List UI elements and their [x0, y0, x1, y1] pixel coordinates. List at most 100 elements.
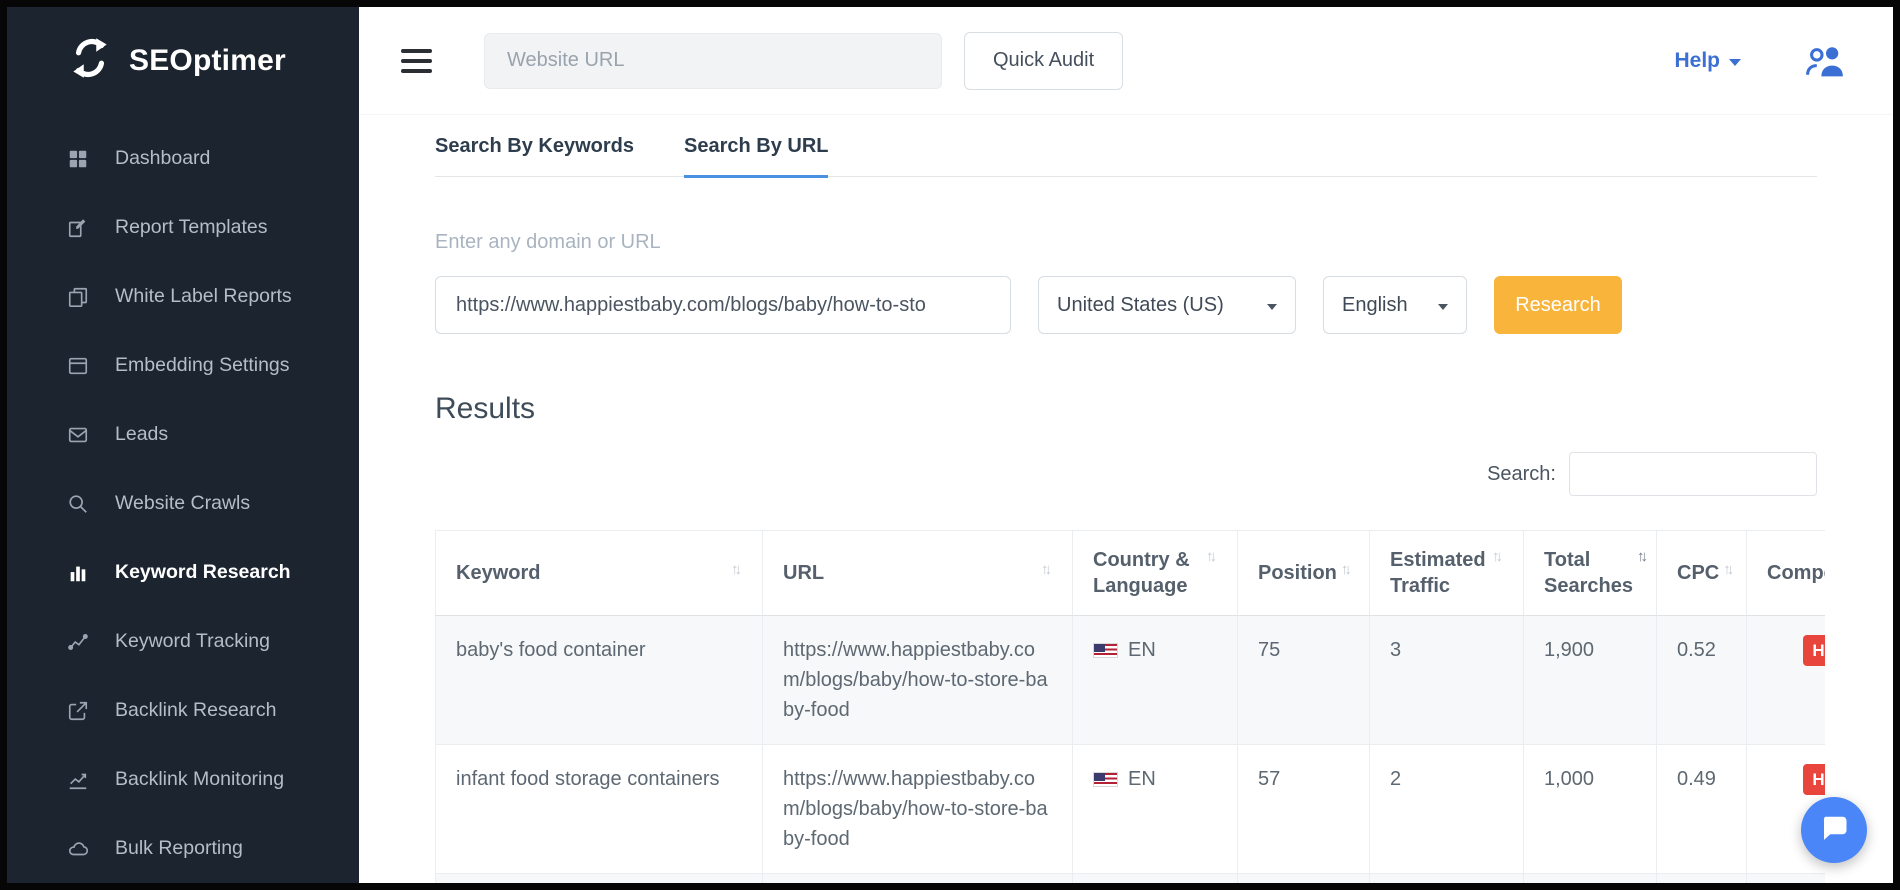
cell-traffic: 3	[1370, 616, 1524, 745]
cell-country-language: EN	[1073, 616, 1238, 745]
sidebar-item-label: Leads	[115, 423, 168, 446]
research-button[interactable]: Research	[1494, 276, 1622, 334]
sidebar-item-label: Dashboard	[115, 147, 210, 170]
sort-icon: ↑↓	[1341, 560, 1352, 580]
cell-competition: H	[1747, 616, 1826, 745]
sidebar-item-leads[interactable]: Leads	[7, 400, 359, 469]
cell-position: 57	[1238, 745, 1370, 874]
table-header-row: Keyword↑↓ URL↑↓ Country & Language↑↓ Pos…	[436, 531, 1826, 616]
tab-bar: Search By Keywords Search By URL	[435, 115, 1817, 177]
report-templates-icon	[65, 215, 91, 241]
chat-widget-button[interactable]	[1801, 797, 1867, 863]
tab-search-by-keywords[interactable]: Search By Keywords	[435, 135, 634, 176]
cell-keyword: infant food storage containers	[436, 745, 763, 874]
brand-name: SEOptimer	[129, 44, 286, 78]
sidebar-item-keyword-tracking[interactable]: Keyword Tracking	[7, 607, 359, 676]
cell-position: 75	[1238, 616, 1370, 745]
cell-url: https://www.happiestbaby.com/blogs/baby/…	[763, 874, 1073, 884]
table-row: frozen infant https://www.happiestbaby.c…	[436, 874, 1826, 884]
chevron-down-icon	[1729, 59, 1741, 66]
cell-traffic: 1	[1370, 874, 1524, 884]
seoptimer-logo-icon	[65, 33, 115, 88]
sidebar-item-label: Backlink Research	[115, 699, 276, 722]
sidebar-item-keyword-research[interactable]: Keyword Research	[7, 538, 359, 607]
help-label: Help	[1674, 49, 1720, 73]
cell-keyword: baby's food container	[436, 616, 763, 745]
column-header-url[interactable]: URL↑↓	[763, 531, 1073, 616]
chat-bubble-icon	[1819, 813, 1849, 848]
column-header-competition[interactable]: Competition↑↓	[1747, 531, 1826, 616]
column-header-position[interactable]: Position↑↓	[1238, 531, 1370, 616]
cell-searches: 1,900	[1524, 616, 1657, 745]
cell-searches: 1,000	[1524, 745, 1657, 874]
cell-keyword: frozen infant	[436, 874, 763, 884]
table-row: infant food storage containers https://w…	[436, 745, 1826, 874]
cell-url: https://www.happiestbaby.com/blogs/baby/…	[763, 616, 1073, 745]
cell-cpc: 0.49	[1657, 874, 1747, 884]
sidebar-item-report-templates[interactable]: Report Templates	[7, 193, 359, 262]
sidebar-item-backlink-research[interactable]: Backlink Research	[7, 676, 359, 745]
sort-icon: ↑↓	[1492, 547, 1503, 567]
magnifier-icon	[65, 491, 91, 517]
research-form: United States (US) English Research	[435, 276, 1817, 334]
country-select-value: United States (US)	[1057, 294, 1224, 317]
content-area: Search By Keywords Search By URL Enter a…	[359, 115, 1893, 883]
cloud-icon	[65, 836, 91, 862]
sidebar-item-label: Bulk Reporting	[115, 837, 243, 860]
table-search-input[interactable]	[1569, 452, 1817, 496]
sidebar-item-dashboard[interactable]: Dashboard	[7, 124, 359, 193]
account-users-icon[interactable]	[1803, 41, 1849, 81]
cell-country-language: EN	[1073, 874, 1238, 884]
competition-badge: H	[1803, 764, 1825, 795]
white-label-reports-icon	[65, 284, 91, 310]
sidebar-item-label: Website Crawls	[115, 492, 250, 515]
sidebar-item-website-crawls[interactable]: Website Crawls	[7, 469, 359, 538]
tab-search-by-url[interactable]: Search By URL	[684, 135, 829, 178]
sort-icon: ↑↓	[1723, 560, 1734, 580]
sidebar-item-label: Keyword Research	[115, 561, 291, 584]
sidebar-item-label: Backlink Monitoring	[115, 768, 284, 791]
bar-chart-icon	[65, 560, 91, 586]
sort-icon: ↑↓	[731, 560, 742, 580]
app-window: SEOptimer Dashboard Report Templates Whi…	[0, 0, 1900, 890]
language-select[interactable]: English	[1323, 276, 1467, 334]
column-header-country-language[interactable]: Country & Language↑↓	[1073, 531, 1238, 616]
sidebar-item-backlink-monitoring[interactable]: Backlink Monitoring	[7, 745, 359, 814]
help-menu[interactable]: Help	[1674, 49, 1741, 73]
column-header-total-searches[interactable]: Total Searches↑↓	[1524, 531, 1657, 616]
sidebar-item-white-label-reports[interactable]: White Label Reports	[7, 262, 359, 331]
sort-icon-active: ↑↓	[1637, 547, 1648, 567]
country-select[interactable]: United States (US)	[1038, 276, 1296, 334]
domain-url-input[interactable]	[435, 276, 1011, 334]
sort-icon: ↑↓	[1041, 560, 1052, 580]
cell-searches: 480	[1524, 874, 1657, 884]
table-row: baby's food container https://www.happie…	[436, 616, 1826, 745]
sidebar-item-label: White Label Reports	[115, 285, 292, 308]
sidebar-item-label: Report Templates	[115, 216, 267, 239]
sort-icon: ↑↓	[1206, 547, 1217, 567]
quick-audit-button[interactable]: Quick Audit	[964, 32, 1123, 90]
results-table: Keyword↑↓ URL↑↓ Country & Language↑↓ Pos…	[435, 530, 1825, 883]
external-link-icon	[65, 698, 91, 724]
column-header-keyword[interactable]: Keyword↑↓	[436, 531, 763, 616]
sidebar-nav: Dashboard Report Templates White Label R…	[7, 124, 359, 883]
hamburger-menu-icon[interactable]	[401, 49, 432, 73]
domain-url-label: Enter any domain or URL	[435, 231, 1817, 254]
us-flag-icon	[1093, 643, 1118, 658]
sidebar-item-bulk-reporting[interactable]: Bulk Reporting	[7, 814, 359, 883]
sidebar-item-label: Keyword Tracking	[115, 630, 270, 653]
cell-cpc: 0.52	[1657, 616, 1747, 745]
website-url-input[interactable]	[484, 33, 942, 89]
column-header-estimated-traffic[interactable]: Estimated Traffic↑↓	[1370, 531, 1524, 616]
mail-icon	[65, 422, 91, 448]
language-select-value: English	[1342, 294, 1408, 317]
main-area: Quick Audit Help Search By Keywords Sear…	[359, 7, 1893, 883]
chevron-down-icon	[1438, 304, 1448, 310]
results-table-container: Keyword↑↓ URL↑↓ Country & Language↑↓ Pos…	[435, 530, 1825, 883]
cell-traffic: 2	[1370, 745, 1524, 874]
brand-logo[interactable]: SEOptimer	[7, 7, 359, 114]
search-label: Search:	[1487, 463, 1556, 486]
chevron-down-icon	[1267, 304, 1277, 310]
sidebar-item-embedding-settings[interactable]: Embedding Settings	[7, 331, 359, 400]
column-header-cpc[interactable]: CPC↑↓	[1657, 531, 1747, 616]
